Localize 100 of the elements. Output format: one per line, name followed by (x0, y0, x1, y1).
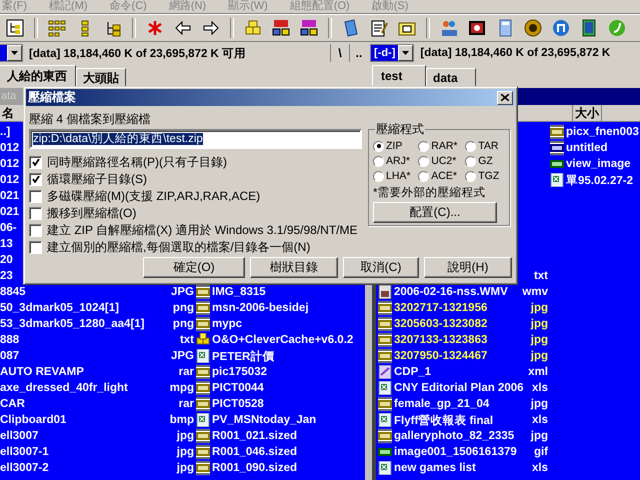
tree-icon[interactable] (6, 19, 24, 37)
file-name[interactable]: PICT0528 (212, 398, 264, 410)
people-icon[interactable] (440, 19, 458, 37)
file-name[interactable]: R001_090.sized (212, 462, 298, 474)
radio-label[interactable]: GZ (478, 155, 493, 167)
file-name[interactable]: PETER計價 (212, 348, 274, 364)
tab[interactable]: 人給的東西 (0, 65, 76, 88)
checkbox-label[interactable]: 建立 ZIP 自解壓縮檔(X) 適用於 Windows 3.1/95/98/NT/ME (47, 222, 358, 239)
file-name[interactable]: pic175032 (212, 366, 267, 378)
network-icon[interactable] (300, 19, 318, 37)
asterisk-icon[interactable] (146, 19, 164, 37)
file-name[interactable]: Flyff營收報表 final (394, 412, 494, 428)
file-name[interactable]: 3205603-1323082 (394, 318, 488, 330)
file-name[interactable]: CDP_1 (394, 366, 432, 378)
file-name[interactable]: new games list (394, 462, 476, 474)
checkbox[interactable] (29, 224, 42, 237)
circle-icon[interactable] (552, 19, 570, 37)
file-name[interactable]: PICT0044 (212, 382, 264, 394)
checkbox-label[interactable]: 同時壓縮路徑名稱(P)(只有子目錄) (47, 154, 227, 171)
monitor-icon[interactable] (468, 19, 486, 37)
file-name[interactable]: R001_021.sized (212, 430, 298, 442)
radio-button[interactable] (373, 170, 384, 182)
checkbox-label[interactable]: 搬移到壓縮檔(O) (47, 205, 136, 222)
file-name[interactable]: 13 (0, 238, 13, 250)
close-button[interactable] (497, 90, 513, 104)
radio-label[interactable]: RAR* (431, 140, 458, 152)
dialog-button[interactable]: 取消(C) (343, 257, 419, 278)
checkbox[interactable] (29, 190, 42, 203)
radio-label[interactable]: UC2* (431, 155, 456, 167)
file-name[interactable]: 23 (0, 270, 13, 282)
file-name[interactable]: 3207950-1324467 (394, 350, 488, 362)
radio-label[interactable]: ARJ* (386, 155, 410, 167)
file-name[interactable]: view_image (566, 158, 631, 170)
file-name[interactable]: 012 (0, 158, 20, 170)
file-name[interactable]: axe_dressed_40fr_light (0, 382, 128, 394)
dropdown-button[interactable] (398, 45, 414, 61)
circle-icon[interactable] (524, 19, 542, 37)
file-name[interactable]: CNY Editorial Plan 2006 (394, 382, 524, 394)
notepad-icon[interactable] (370, 19, 388, 37)
book-icon[interactable] (580, 19, 598, 37)
file-name[interactable]: 087 (0, 350, 20, 362)
file-name[interactable]: 021 (0, 206, 20, 218)
file-name[interactable]: 3207133-1323863 (394, 334, 488, 346)
dialog-button[interactable]: 確定(O) (143, 257, 245, 278)
file-name[interactable]: 3202717-1321956 (394, 302, 488, 314)
dialog-button[interactable]: 說明(H) (424, 257, 512, 278)
file-name[interactable]: ell3007 (0, 430, 38, 442)
file-name[interactable]: ell3007-2 (0, 462, 49, 474)
checkbox[interactable] (29, 241, 42, 254)
column-header[interactable]: 名 (0, 105, 16, 121)
left-arrow-icon[interactable] (174, 19, 192, 37)
right-arrow-icon[interactable] (202, 19, 220, 37)
cube-stack-icon[interactable] (244, 19, 262, 37)
file-name[interactable]: CAR (0, 398, 25, 410)
radio-button[interactable] (418, 170, 430, 182)
radio-label[interactable]: TGZ (478, 170, 500, 182)
file-name[interactable]: 53_3dmark05_1280_aa4[1] (0, 318, 145, 330)
path-field[interactable]: zip:D:\data\別人給的東西\test.zip (29, 129, 362, 149)
file-name[interactable]: galleryphoto_82_2335 (394, 430, 514, 442)
grid-icon[interactable] (48, 19, 66, 37)
dialog-button[interactable]: 樹狀目錄 (250, 257, 338, 278)
tab[interactable]: test (372, 65, 426, 88)
file-name[interactable]: 012 (0, 142, 20, 154)
network-icon[interactable] (272, 19, 290, 37)
file-name[interactable]: 單95.02.27-2 (566, 172, 633, 188)
file-name[interactable]: 50_3dmark05_1024[1] (0, 302, 119, 314)
file-name[interactable]: 8845 (0, 286, 26, 298)
file-name[interactable]: mypc (212, 318, 242, 330)
file-name[interactable]: 021 (0, 190, 20, 202)
path-button[interactable]: \ (330, 44, 349, 62)
file-name[interactable]: 20 (0, 254, 13, 266)
file-name[interactable]: ell3007-1 (0, 446, 49, 458)
dropdown-button[interactable] (7, 45, 22, 61)
radio-button[interactable] (373, 156, 384, 166)
tab[interactable]: data (426, 68, 476, 88)
file-name[interactable]: image001_1506161379 (394, 446, 517, 458)
checkbox-label[interactable]: 建立個別的壓縮檔,每個選取的檔案/目錄各一個(N) (47, 239, 310, 256)
file-name[interactable]: IMG_8315 (212, 286, 266, 298)
radio-label[interactable]: ACE* (431, 170, 457, 182)
file-name[interactable]: female_gp_21_04 (394, 398, 490, 410)
configure-button[interactable]: 配置(C)... (373, 202, 497, 223)
radio-button[interactable] (465, 140, 476, 152)
file-name[interactable]: 06- (0, 222, 17, 234)
radio-button[interactable] (418, 140, 430, 152)
drive-combo[interactable] (0, 44, 23, 62)
file-name[interactable]: ..] (0, 126, 10, 138)
radio-label[interactable]: TAR (478, 140, 498, 152)
path-button[interactable]: .. (349, 44, 368, 62)
file-name[interactable]: untitled (566, 142, 608, 154)
column-header[interactable]: 大小 (573, 105, 602, 121)
document-icon[interactable] (342, 19, 360, 37)
file-name[interactable]: 012 (0, 174, 20, 186)
radio-label[interactable]: ZIP (386, 140, 402, 152)
file-name[interactable]: O&O+CleverCache+v6.0.2 (212, 334, 354, 346)
radio-button[interactable] (465, 170, 476, 182)
radio-button[interactable] (465, 156, 476, 166)
drive-combo[interactable]: [-d-] (370, 44, 414, 62)
checkbox[interactable] (29, 207, 42, 220)
radio-button[interactable] (418, 156, 430, 166)
file-name[interactable]: Clipboard01 (0, 414, 66, 426)
